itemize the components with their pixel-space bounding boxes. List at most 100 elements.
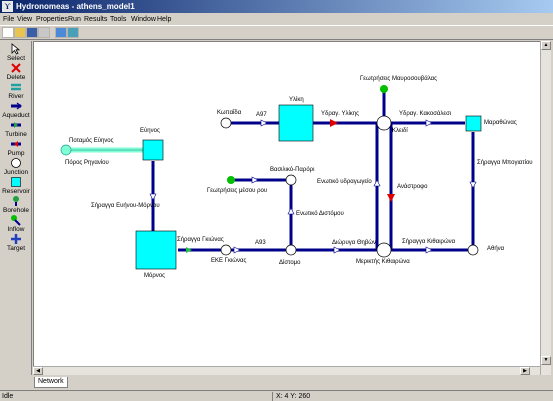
scroll-down-icon[interactable]: ▼ xyxy=(541,356,551,365)
flow-arrow xyxy=(149,193,157,201)
status-bar: Idle X: 4 Y: 260 xyxy=(0,390,553,401)
pump-anastrofo[interactable] xyxy=(387,194,395,202)
tool-label: Target xyxy=(6,245,26,252)
scroll-left-icon[interactable]: ◀ xyxy=(33,367,43,375)
scroll-up-icon[interactable]: ▲ xyxy=(541,41,551,50)
flow-arrow xyxy=(260,119,268,127)
label-sira-evinou: Σήραγγα Ευήνου-Μόρνου xyxy=(91,203,160,209)
label-eke-giona: ΕΚΕ Γκιώνας xyxy=(211,258,247,264)
turbine-icon xyxy=(11,122,21,128)
borehole-mesou-rou[interactable] xyxy=(227,176,235,184)
menu-file[interactable]: File xyxy=(3,15,14,24)
tool-palette: Select Delete River Aqueduct Turbine Pum… xyxy=(0,41,32,375)
tab-bar: Network xyxy=(0,376,553,389)
inflow-icon xyxy=(11,215,21,226)
menu-help[interactable]: Help xyxy=(157,15,171,24)
inflow-poros-riganiou[interactable] xyxy=(60,144,72,156)
open-icon[interactable] xyxy=(14,27,26,38)
delete-icon xyxy=(11,63,21,73)
turbine-giona[interactable] xyxy=(186,247,192,253)
junction-merikitis[interactable] xyxy=(376,242,392,258)
label-vasiliko-parori: Βασιλικό-Παρόρι xyxy=(270,167,315,173)
junction-athina[interactable] xyxy=(467,244,479,256)
pump-icon xyxy=(11,141,21,147)
label-kopaida: Κωπαΐδα xyxy=(217,110,242,116)
flow-arrow xyxy=(333,246,341,254)
network-icon[interactable] xyxy=(55,27,67,38)
label-distomo: Δίστομο xyxy=(279,260,301,266)
reservoir-ygeia[interactable] xyxy=(278,104,314,142)
aqueduct-icon xyxy=(11,102,22,110)
junction-kleidi[interactable] xyxy=(376,115,392,131)
cursor-icon xyxy=(11,43,21,55)
main-window: ϒ Hydronomeas - athens_model1 File View … xyxy=(0,0,553,401)
label-anastrofo: Ανάστροφο xyxy=(397,184,428,190)
tool-target[interactable]: Target xyxy=(0,233,32,265)
reservoir-evinos[interactable] xyxy=(142,139,164,161)
menu-view[interactable]: View xyxy=(17,15,32,24)
junction-parori[interactable] xyxy=(285,174,297,186)
title-bar: ϒ Hydronomeas - athens_model1 xyxy=(0,0,553,13)
label-merikitis: Μερικτής Κιθαιρώνα xyxy=(356,259,410,265)
window-title: Hydronomeas - athens_model1 xyxy=(16,2,135,11)
menu-bar: File View Properties Run Results Tools W… xyxy=(0,13,553,25)
label-marathonas: Μαραθώνας xyxy=(484,120,517,126)
reservoir-icon xyxy=(11,177,21,187)
junction-icon xyxy=(11,158,21,168)
label-a97: Α97 xyxy=(256,112,267,118)
junction-distomo[interactable] xyxy=(285,244,297,256)
export-icon[interactable] xyxy=(67,27,79,38)
label-enotiko-distomou: Ενωτικό Διστόμου xyxy=(296,211,344,217)
network-canvas[interactable]: Εύηνος Ποταμός Εύηνος Πόρος Ρηγανίου Σήρ… xyxy=(33,41,551,375)
label-ygeia: Υλίκη xyxy=(289,97,304,103)
label-poros-riganiou: Πόρος Ρηγανίου xyxy=(65,160,109,166)
flow-arrow xyxy=(425,246,433,254)
menu-results[interactable]: Results xyxy=(84,15,107,24)
label-sira-mpogiatiou: Σήραγγα Μπογιατίου xyxy=(477,160,533,166)
flow-arrow xyxy=(251,176,259,184)
label-potamos-evinos: Ποταμός Εύηνος xyxy=(69,138,114,144)
horizontal-scrollbar[interactable]: ◀ ▶ xyxy=(33,366,540,375)
label-athina: Αθήνα xyxy=(487,246,505,252)
label-dioryga-thivon: Διώρυγα Θηβών xyxy=(332,240,376,246)
status-mode: Idle xyxy=(2,393,14,400)
flow-arrow xyxy=(287,207,295,215)
reservoir-mornos[interactable] xyxy=(135,230,177,270)
menu-window[interactable]: Window xyxy=(131,15,156,24)
label-evinos: Εύηνος xyxy=(140,128,160,134)
menu-properties[interactable]: Properties xyxy=(36,15,68,24)
app-logo-icon: ϒ xyxy=(2,1,13,12)
target-icon xyxy=(11,234,21,244)
river-icon xyxy=(11,83,21,91)
label-enotiko-ydragogeio: Ενωτικό υδραγωγείο xyxy=(317,179,372,185)
label-sira-giona: Σήραγγα Γκιώνας xyxy=(177,237,224,243)
flow-arrow xyxy=(233,246,241,254)
menu-run[interactable]: Run xyxy=(68,15,81,24)
label-sira-kithaironos: Σήραγγα Κιθαιρώνα xyxy=(402,239,456,245)
flow-arrow xyxy=(425,119,433,127)
reservoir-marathonas[interactable] xyxy=(465,115,482,132)
label-geotriseis-mesou-rou: Γεωτρήσεις μέσου ρου xyxy=(207,188,268,194)
pump-ygeia[interactable] xyxy=(330,119,338,127)
junction-kopaida[interactable] xyxy=(220,117,232,129)
label-ydrag-ylikis: Υδραγ. Υλίκης xyxy=(321,111,360,117)
scroll-right-icon[interactable]: ▶ xyxy=(520,367,530,375)
borehole-icon xyxy=(13,196,19,206)
borehole-mavrosouvala[interactable] xyxy=(380,85,388,93)
label-kleidi: Κλειδί xyxy=(392,128,408,134)
save-icon[interactable] xyxy=(26,27,38,38)
vertical-scrollbar[interactable]: ▲ ▼ xyxy=(540,41,551,375)
junction-eke-giona[interactable] xyxy=(220,244,232,256)
label-ydrag-kakosalesi: Υδραγ. Κακοσάλεσι xyxy=(399,111,452,117)
flow-arrow xyxy=(373,179,381,187)
new-icon[interactable] xyxy=(2,27,14,38)
tab-network[interactable]: Network xyxy=(34,377,68,388)
label-geotriseis-mavrosouvala: Γεωτρήσεις Μαυροσουβάλας xyxy=(360,76,437,82)
status-coordinates: X: 4 Y: 260 xyxy=(272,392,552,401)
label-a93: Α93 xyxy=(255,240,266,246)
label-mornos: Μόρνος xyxy=(144,273,165,279)
menu-tools[interactable]: Tools xyxy=(110,15,126,24)
print-icon[interactable] xyxy=(38,27,50,38)
toolbar xyxy=(0,25,553,40)
flow-arrow xyxy=(469,181,477,189)
